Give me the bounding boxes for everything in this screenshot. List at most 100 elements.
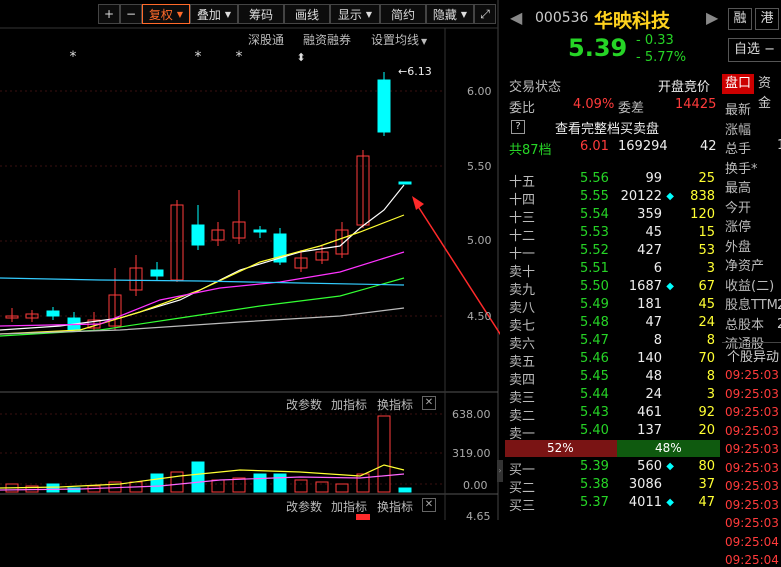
full-book-link[interactable]: 查看完整档买卖盘 [555,118,659,137]
order-volume: 3086 [628,477,662,492]
nav-left-icon[interactable]: ◀ [510,8,522,27]
high-price-value: 6.13 [407,65,432,78]
order-level: 卖九 [509,283,536,298]
total-volume: 169294 [618,139,668,154]
close-icon[interactable]: ✕ [422,498,436,512]
order-level: 卖七 [509,319,536,334]
order-price: 5.54 [580,207,609,222]
quote-field-label: 总手 [725,142,752,157]
order-row[interactable]: 十五 5.56 99 25 [505,171,720,190]
yidong-time[interactable]: 09:25:03 [725,405,779,419]
quote-field-label: 涨幅 [725,122,752,138]
yidong-time[interactable]: 09:25:03 [725,498,779,512]
order-volume: 427 [637,243,662,258]
order-row[interactable]: 卖九 5.50 1687 ◆ 67 [505,279,720,298]
yincang-button[interactable]: 隐藏 ▼ [426,4,474,24]
order-row[interactable]: 十一 5.52 427 53 [505,243,720,262]
order-row[interactable]: 卖二 5.43 461 92 [505,405,720,424]
huan-zhibiao-link[interactable]: 换指标 [377,498,413,515]
zoom-in-button[interactable]: + [98,4,120,24]
order-count: 20 [698,423,715,438]
diejia-label: 叠加 [196,7,221,22]
order-price: 5.40 [580,423,609,438]
rongzi-link[interactable]: 融资融券 [303,31,351,48]
nav-right-icon[interactable]: ▶ [706,8,718,27]
gai-canshu-link[interactable]: 改参数 [286,396,322,413]
junxian-label: 设置均线 [371,33,420,47]
order-row[interactable]: 卖五 5.46 140 70 [505,351,720,370]
bottom-tick: 4.65 [466,510,491,523]
order-volume: 8 [653,333,662,348]
diamond-icon: ◆ [666,191,674,202]
order-row[interactable]: 卖七 5.48 47 24 [505,315,720,334]
gai-canshu-link[interactable]: 改参数 [286,498,322,515]
order-row[interactable]: 买二 5.38 3086 37 [505,477,720,496]
shengutong-link[interactable]: 深股通 [248,31,284,48]
yidong-time[interactable]: 09:25:03 [725,442,779,456]
order-count: 53 [698,243,715,258]
order-row[interactable]: 十三 5.54 359 120 [505,207,720,226]
order-row[interactable]: 卖三 5.44 24 3 [505,387,720,406]
jianyue-button[interactable]: 简约 [380,4,426,24]
quote-field-label: 最高 [725,181,752,196]
diamond-icon: ◆ [666,281,674,292]
order-row[interactable]: 卖一 5.40 137 20 [505,423,720,442]
order-volume: 140 [637,351,662,366]
volume-bar [191,461,205,493]
order-row[interactable]: 买一 5.39 560 ◆ 80 [505,459,720,478]
order-row[interactable]: 卖八 5.49 181 45 [505,297,720,316]
rong-badge[interactable]: 融 [728,8,752,30]
yidong-time[interactable]: 09:25:03 [725,368,779,382]
order-row[interactable]: 十四 5.55 20122 ◆ 838 [505,189,720,208]
order-row[interactable]: 买三 5.37 4011 ◆ 47 [505,495,720,514]
yidong-time[interactable]: 09:25:03 [725,424,779,438]
volume-bar [398,487,412,493]
order-row[interactable]: 十二 5.53 45 15 [505,225,720,244]
yidong-time[interactable]: 09:25:04 [725,553,779,567]
zoom-out-button[interactable]: − [120,4,142,24]
help-icon[interactable]: ? [511,120,525,134]
junxian-link[interactable]: 设置均线 ▼ [371,31,427,48]
marker-icon: ⬍ [296,51,305,64]
order-volume: 6 [653,261,662,276]
yidong-section-title[interactable]: 个股异动 [727,346,779,365]
tab-pankou[interactable]: 盘口 [722,74,754,94]
collapse-icon[interactable]: ⤢ [474,4,496,24]
volume-bar [335,483,349,493]
float-shares-value: 2 [777,317,781,332]
order-level: 卖五 [509,355,536,370]
order-row[interactable]: 卖十 5.51 6 3 [505,261,720,280]
close-icon[interactable]: ✕ [422,396,436,410]
huan-zhibiao-link[interactable]: 换指标 [377,396,413,413]
order-level: 卖三 [509,391,536,406]
yidong-time[interactable]: 09:25:03 [725,479,779,493]
xianshi-button[interactable]: 显示 ▼ [330,4,380,24]
candle-body [377,79,391,133]
order-price: 5.55 [580,189,609,204]
order-row[interactable]: 卖四 5.45 48 8 [505,369,720,388]
tab-zijin[interactable]: 资金 [758,74,781,114]
yidong-time[interactable]: 09:25:03 [725,516,779,530]
order-count: 8 [706,369,715,384]
panel-toggle-handle[interactable]: › [497,460,503,482]
order-volume: 359 [637,207,662,222]
kline-chart[interactable]: * * * ⬍ [0,0,500,520]
chouma-button[interactable]: 筹码 [238,4,284,24]
yidong-time[interactable]: 09:25:04 [725,535,779,549]
fuquan-button[interactable]: 复权 ▼ [142,4,190,24]
zixuan-button[interactable]: 自选 − [728,38,781,62]
yidong-time[interactable]: 09:25:03 [725,461,779,475]
diejia-button[interactable]: 叠加 ▼ [190,4,238,24]
huaxian-button[interactable]: 画线 [284,4,330,24]
vol-tick: 0.00 [463,479,488,492]
order-row[interactable]: 卖六 5.47 8 8 [505,333,720,352]
order-level: 卖八 [509,301,536,316]
jia-zhibiao-link[interactable]: 加指标 [331,498,367,515]
gang-badge[interactable]: 港 [755,8,779,30]
ma30-line [0,277,405,337]
order-level: 十四 [509,193,536,208]
dropdown-icon: ▼ [460,9,468,19]
order-count: 15 [698,225,715,240]
yidong-time[interactable]: 09:25:03 [725,387,779,401]
jia-zhibiao-link[interactable]: 加指标 [331,396,367,413]
